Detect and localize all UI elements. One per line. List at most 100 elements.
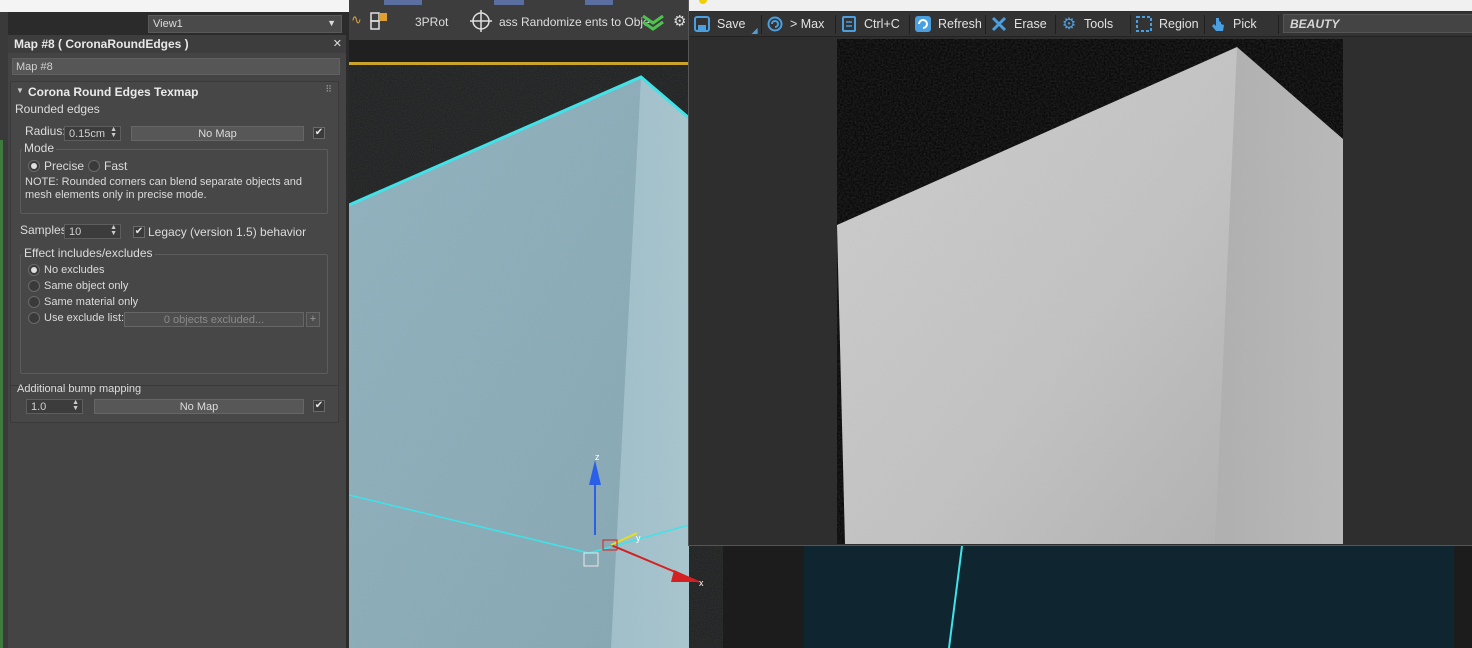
erase-label: Erase xyxy=(1014,17,1047,31)
separator xyxy=(1130,15,1131,34)
bump-map-checkbox[interactable]: ✔ xyxy=(313,400,325,412)
erase-x-icon xyxy=(990,15,1008,33)
status-dot xyxy=(699,0,707,4)
effect-label: Effect includes/excludes xyxy=(22,246,155,260)
close-icon[interactable]: ✕ xyxy=(333,37,342,50)
samples-spinner[interactable]: 10 ▲ ▼ xyxy=(64,224,121,239)
fast-label: Fast xyxy=(104,159,128,173)
spinner-arrows-icon[interactable]: ▲ ▼ xyxy=(110,126,117,139)
bump-rollout: Additional bump mapping 1.0 ▲ ▼ No Map ✔ xyxy=(10,383,339,423)
no-excludes-label: No excludes xyxy=(44,264,105,276)
save-label: Save xyxy=(717,17,746,31)
gear-icon: ⚙ xyxy=(1061,16,1077,33)
same-material-label: Same material only xyxy=(44,296,139,308)
panel-title: Map #8 ( CoronaRoundEdges ) xyxy=(14,37,189,51)
samples-label: Samples: xyxy=(20,223,71,237)
radius-map-checkbox[interactable]: ✔ xyxy=(313,127,325,139)
rollout-header[interactable]: ▼ Corona Round Edges Texmap ⠿ xyxy=(11,82,338,100)
tools-label: Tools xyxy=(1084,17,1114,31)
refresh-label: Refresh xyxy=(938,17,982,31)
copy-label: Ctrl+C xyxy=(864,17,900,31)
save-icon xyxy=(693,15,711,33)
top-bar xyxy=(0,0,350,12)
exclude-list-label: Use exclude list: xyxy=(44,312,125,324)
separator xyxy=(1278,15,1279,34)
samples-value: 10 xyxy=(69,226,82,238)
rounded-edges-label: Rounded edges xyxy=(15,102,100,116)
window-top-strip xyxy=(689,0,1472,11)
pick-button[interactable]: Pick xyxy=(1209,13,1257,35)
pick-label: Pick xyxy=(1233,17,1257,31)
dropdown-corner-icon: ◢ xyxy=(751,25,758,35)
spinner-arrows-icon[interactable]: ▲ ▼ xyxy=(72,399,79,412)
send-to-max-button[interactable]: > Max xyxy=(766,13,824,35)
mode-label: Mode xyxy=(22,141,57,155)
round-edges-rollout: ▼ Corona Round Edges Texmap ⠿ Rounded ed… xyxy=(10,81,339,387)
same-object-radio[interactable] xyxy=(28,280,40,292)
tools-button[interactable]: ⚙ Tools xyxy=(1060,13,1113,35)
separator xyxy=(761,15,762,34)
radius-label: Radius: xyxy=(25,124,66,138)
left-edge-strip xyxy=(0,0,8,648)
crosshair-icon[interactable] xyxy=(469,9,493,33)
save-button[interactable]: Save ◢ xyxy=(693,13,758,35)
rollout-title: Corona Round Edges Texmap xyxy=(28,85,199,99)
z-axis-label: z xyxy=(595,452,600,462)
max-logo-icon xyxy=(766,15,784,33)
panel-titlebar: Map #8 ( CoronaRoundEdges ) ✕ xyxy=(8,35,346,53)
map-name-field[interactable]: Map #8 xyxy=(12,58,340,75)
fast-radio[interactable] xyxy=(88,160,100,172)
no-excludes-radio[interactable] xyxy=(28,264,40,276)
add-exclude-button[interactable]: + xyxy=(306,312,320,327)
frame-buffer-toolbar: Save ◢ > Max Ctrl+C Refresh Erase ⚙ Tool… xyxy=(689,12,1472,37)
frame-buffer-window: Save ◢ > Max Ctrl+C Refresh Erase ⚙ Tool… xyxy=(688,0,1472,546)
refresh-icon xyxy=(914,15,932,33)
refresh-button[interactable]: Refresh xyxy=(914,13,982,35)
same-material-radio[interactable] xyxy=(28,296,40,308)
copy-button[interactable]: Ctrl+C xyxy=(840,13,900,35)
region-label: Region xyxy=(1159,17,1199,31)
erase-button[interactable]: Erase xyxy=(990,13,1047,35)
randomize-label[interactable]: ass Randomize ents to Obje xyxy=(499,15,650,29)
bump-spinner[interactable]: 1.0 ▲ ▼ xyxy=(26,399,83,414)
y-axis-label: y xyxy=(636,533,641,543)
bump-map-button[interactable]: No Map xyxy=(94,399,304,414)
grid-tool-icon[interactable] xyxy=(370,12,390,32)
toolbar-tab xyxy=(494,0,524,5)
region-button[interactable]: Region xyxy=(1135,13,1199,35)
wave-icon: ∿ xyxy=(351,12,362,27)
separator xyxy=(909,15,910,34)
chevron-down-icon: ▼ xyxy=(327,18,336,28)
precise-label: Precise xyxy=(44,159,85,173)
radius-value: 0.15cm xyxy=(69,128,106,140)
legacy-label: Legacy (version 1.5) behavior xyxy=(148,225,307,239)
view-dropdown[interactable]: View1 ▼ xyxy=(148,15,342,33)
note-line-2: mesh elements only in precise mode. xyxy=(25,189,207,201)
region-select-icon xyxy=(1135,15,1153,33)
exclude-list-button[interactable]: 0 objects excluded... xyxy=(124,312,304,327)
window-bottom-border xyxy=(689,545,1472,546)
settings-gear-icon[interactable]: ⚙ xyxy=(673,12,686,30)
rot-label[interactable]: 3PRot xyxy=(415,15,448,29)
layers-icon[interactable] xyxy=(641,10,665,32)
bump-value: 1.0 xyxy=(31,401,47,413)
radius-map-button[interactable]: No Map xyxy=(131,126,304,141)
spinner-arrows-icon[interactable]: ▲ ▼ xyxy=(110,224,117,237)
rendered-image[interactable] xyxy=(837,39,1343,544)
clipboard-icon xyxy=(840,15,858,33)
exclude-list-radio[interactable] xyxy=(28,312,40,324)
x-axis-label: x xyxy=(699,578,704,588)
separator xyxy=(985,15,986,34)
grip-icon: ⠿ xyxy=(325,84,332,94)
legacy-checkbox[interactable]: ✔ xyxy=(133,226,145,238)
same-object-label: Same object only xyxy=(44,280,129,292)
render-channel-dropdown[interactable]: BEAUTY xyxy=(1283,14,1472,33)
toolbar-tab xyxy=(585,0,613,5)
precise-radio[interactable] xyxy=(28,160,40,172)
send-to-max-label: > Max xyxy=(790,17,825,31)
view-dropdown-value: View1 xyxy=(153,18,183,30)
radius-spinner[interactable]: 0.15cm ▲ ▼ xyxy=(64,126,121,141)
material-parameters-panel: Map #8 ( CoronaRoundEdges ) ✕ Map #8 ▼ C… xyxy=(8,35,346,648)
hand-pointer-icon xyxy=(1209,15,1227,33)
collapse-triangle-icon: ▼ xyxy=(16,86,24,95)
